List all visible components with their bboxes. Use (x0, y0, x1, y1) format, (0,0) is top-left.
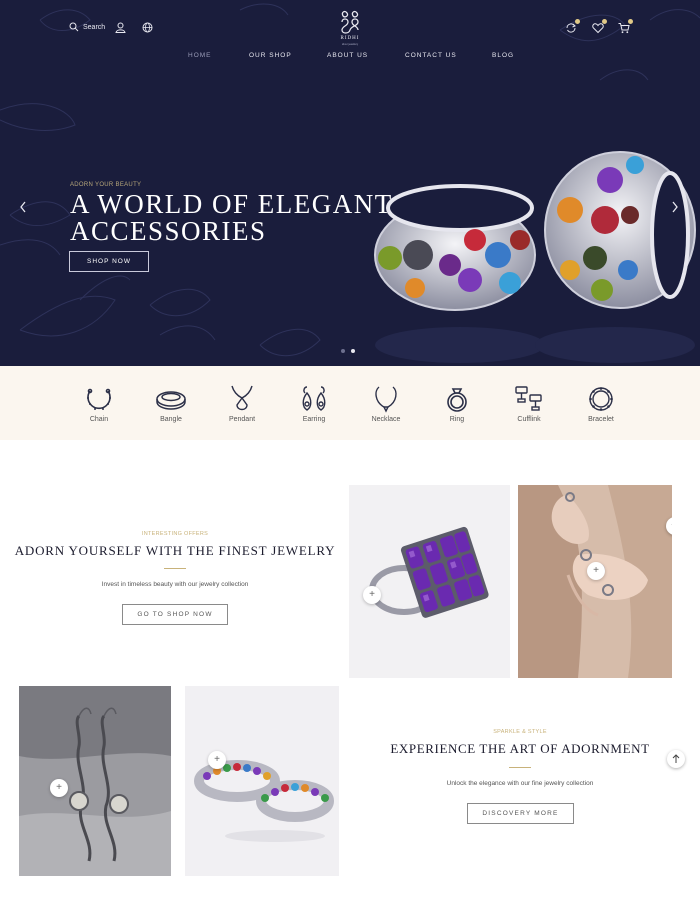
category-label: Bracelet (588, 416, 614, 423)
top-bar: Search RIDHI silver jewellery HOME OUR S… (0, 0, 700, 70)
hotspot-plus-button[interactable]: + (363, 586, 381, 604)
earrings-image (19, 686, 171, 876)
chain-icon (87, 388, 111, 410)
category-label: Cufflink (517, 416, 541, 423)
wishlist-button[interactable] (592, 19, 607, 34)
earrings-photo[interactable]: + (19, 686, 171, 876)
side-scroll-button[interactable] (666, 517, 672, 535)
hero-prev-arrow[interactable] (18, 200, 28, 214)
logo-text: RIDHI (340, 36, 360, 41)
brand-logo[interactable]: RIDHI silver jewellery (333, 8, 367, 46)
compare-button[interactable] (565, 19, 580, 33)
nav-about-us[interactable]: ABOUT US (327, 52, 368, 59)
discovery-more-button[interactable]: DISCOVERY MORE (467, 803, 574, 824)
pendant-icon (231, 385, 253, 411)
hands-rings-photo[interactable]: + (518, 485, 672, 678)
hands-rings-image (518, 485, 672, 678)
promo1-subtitle: Invest in timeless beauty with our jewel… (101, 581, 249, 588)
category-label: Bangle (160, 416, 182, 423)
category-earring[interactable]: Earring (289, 385, 339, 423)
gem-rings-photo[interactable]: + (185, 686, 339, 876)
compare-badge (575, 19, 580, 24)
refresh-icon (566, 23, 576, 33)
bracelet-icon (589, 387, 613, 411)
cufflink-icon (515, 386, 542, 411)
hotspot-plus-button[interactable]: + (587, 562, 605, 580)
arrow-up-icon (671, 524, 672, 525)
amethyst-ring-image (369, 526, 489, 618)
nav-contact-us[interactable]: CONTACT US (405, 52, 457, 59)
necklace-icon (375, 386, 397, 413)
search-button[interactable]: Search (69, 22, 105, 32)
ring-icon (447, 388, 467, 412)
category-label: Earring (302, 416, 326, 423)
category-bracelet[interactable]: Bracelet (576, 385, 626, 423)
cart-badge (628, 19, 633, 24)
category-cufflink[interactable]: Cufflink (504, 385, 554, 423)
promo2-kicker: SPARKLE & STYLE (493, 729, 547, 735)
category-necklace[interactable]: Necklace (361, 385, 411, 423)
arrow-up-icon (672, 754, 680, 763)
promo1-kicker: INTERESTING OFFERS (141, 531, 209, 537)
hotspot-plus-button[interactable]: + (50, 779, 68, 797)
shop-now-button[interactable]: SHOP NOW (69, 251, 149, 272)
hero-banner: Search RIDHI silver jewellery HOME OUR S… (0, 0, 700, 366)
search-label: Search (83, 23, 106, 31)
wishlist-badge (602, 19, 607, 24)
main-nav: HOME OUR SHOP ABOUT US CONTACT US BLOG (0, 52, 700, 62)
nav-blog[interactable]: BLOG (492, 52, 514, 59)
logo-subtext: silver jewellery (341, 43, 359, 46)
category-bangle[interactable]: Bangle (146, 385, 196, 423)
earring-icon (302, 386, 326, 411)
category-label: Pendant (228, 416, 256, 423)
hero-rings-image (374, 151, 696, 363)
heart-icon (592, 23, 604, 34)
user-icon[interactable] (115, 22, 126, 33)
hero-next-arrow[interactable] (670, 200, 680, 214)
promo2-title: EXPERIENCE THE ART OF ADORNMENT (390, 741, 650, 756)
bangle-icon (156, 391, 186, 410)
category-chain[interactable]: Chain (74, 385, 124, 423)
nav-home[interactable]: HOME (188, 52, 212, 59)
go-to-shop-button[interactable]: GO TO SHOP NOW (122, 604, 228, 625)
category-pendant[interactable]: Pendant (217, 385, 267, 423)
logo-mark (341, 10, 359, 34)
amethyst-ring-photo[interactable]: + (349, 485, 510, 678)
hotspot-plus-button[interactable]: + (208, 751, 226, 769)
hero-kicker: ADORN YOUR BEAUTY (70, 182, 142, 188)
scroll-to-top-button[interactable] (667, 750, 685, 768)
hero-slider-dots (341, 349, 355, 353)
cart-button[interactable] (618, 19, 633, 34)
slider-dot-2[interactable] (351, 349, 355, 353)
category-label: Necklace (371, 416, 401, 423)
slider-dot-1[interactable] (341, 349, 345, 353)
search-icon (69, 22, 79, 32)
cart-icon (618, 23, 630, 34)
gem-rings-image (194, 760, 334, 842)
category-label: Chain (89, 416, 109, 423)
category-label: Ring (449, 416, 465, 423)
category-ring[interactable]: Ring (432, 385, 482, 423)
category-strip: Chain Bangle Pendant Earring Necklace Ri… (0, 366, 700, 440)
globe-icon[interactable] (142, 22, 153, 33)
promo1-divider (164, 568, 186, 569)
nav-our-shop[interactable]: OUR SHOP (249, 52, 292, 59)
promo2-divider (509, 767, 531, 768)
promo1-title: ADORN YOURSELF WITH THE FINEST JEWELRY (14, 543, 336, 558)
promo2-subtitle: Unlock the elegance with our fine jewelr… (446, 780, 594, 787)
